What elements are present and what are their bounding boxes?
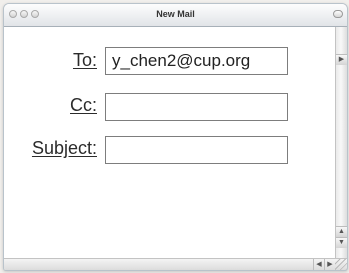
horizontal-scroll-arrows: ◀ ▶ [313, 259, 335, 270]
subject-field[interactable] [105, 136, 288, 164]
vertical-scrollbar[interactable]: ▶ ▲ ▼ [335, 27, 347, 258]
scroll-up-icon[interactable]: ▲ [336, 226, 347, 237]
scroll-down-icon[interactable]: ▼ [336, 237, 347, 248]
scroll-left-icon[interactable]: ◀ [313, 259, 324, 270]
to-field[interactable] [105, 47, 288, 75]
compose-header: To: Cc: Subject: [4, 27, 335, 258]
cc-label: Cc: [70, 95, 97, 115]
horizontal-scrollbar[interactable]: ◀ ▶ [4, 258, 347, 270]
cc-field[interactable] [105, 93, 288, 121]
to-label: To: [72, 50, 97, 70]
scroll-right-icon[interactable]: ▶ [324, 259, 335, 270]
scroll-right-top-icon[interactable]: ▶ [336, 54, 347, 65]
mail-window: New Mail To: Cc: Subject: ▶ ▲ ▼ ◀ ▶ [3, 3, 348, 271]
window-title: New Mail [156, 9, 195, 19]
resize-grip-icon[interactable] [335, 259, 347, 270]
subject-label: Subject: [31, 138, 97, 158]
title-bar[interactable]: New Mail [4, 4, 347, 27]
toolbar-toggle-icon[interactable] [333, 10, 343, 18]
